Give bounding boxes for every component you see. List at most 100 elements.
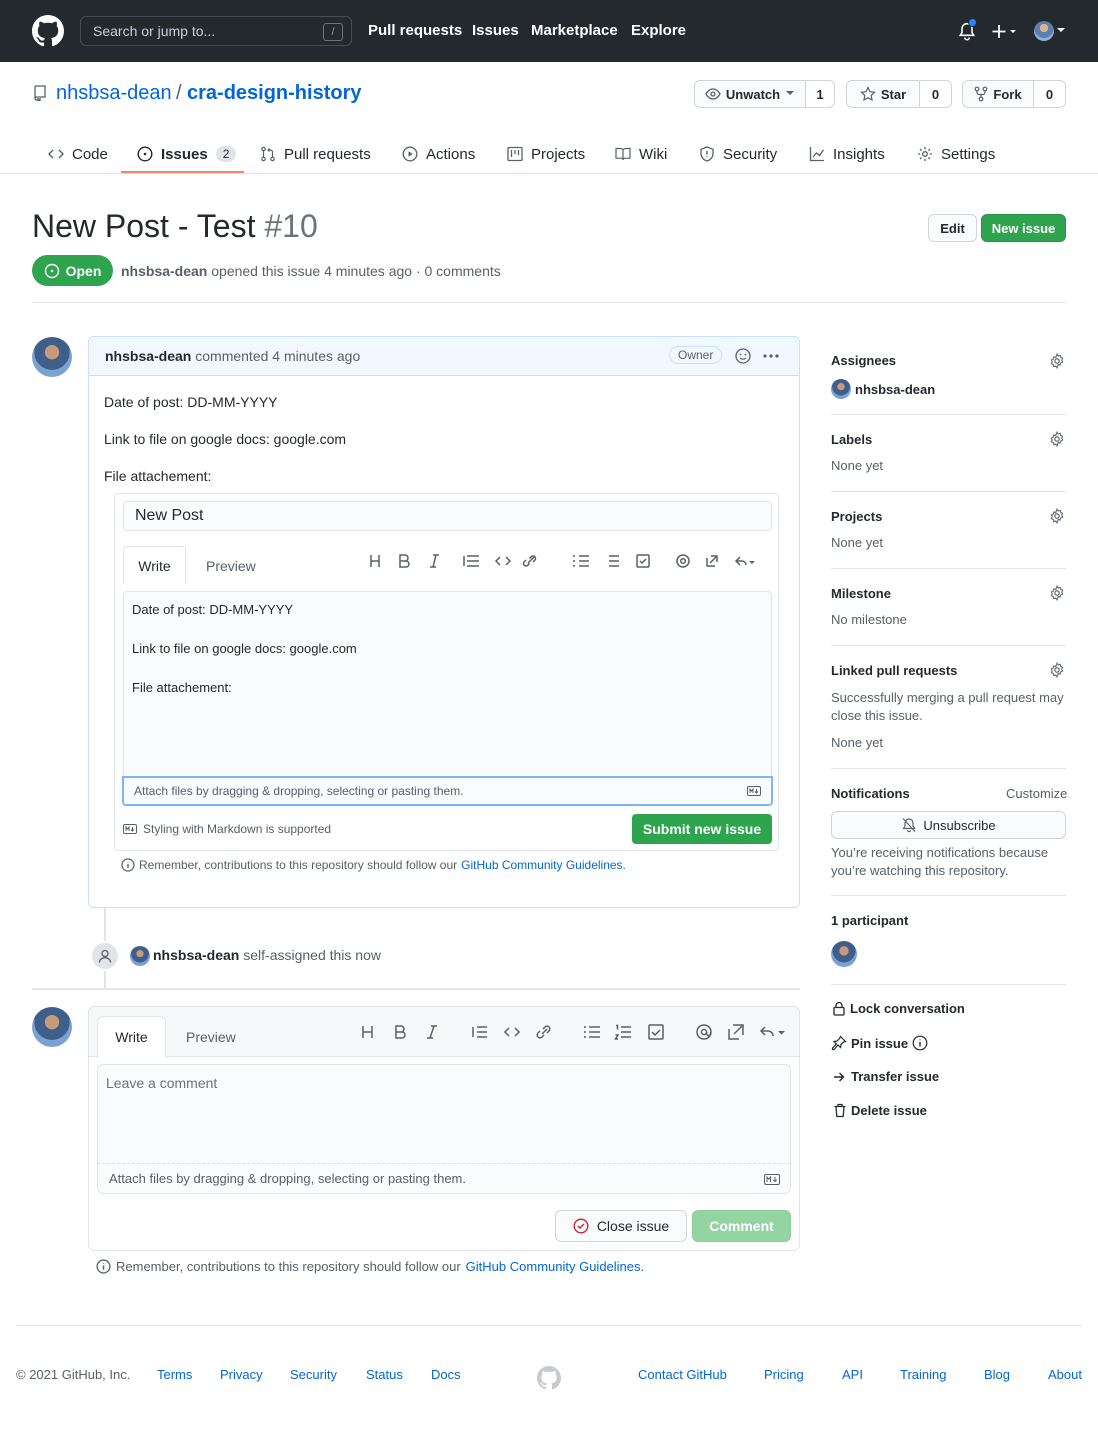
issue-meta: nhsbsa-dean opened this issue 4 minutes … <box>121 263 501 279</box>
comment-textarea[interactable]: Leave a comment <box>97 1064 791 1164</box>
unsubscribe-button[interactable]: Unsubscribe <box>831 811 1066 839</box>
repo-name-link[interactable]: cra-design-history <box>187 82 361 105</box>
footer-link-training[interactable]: Training <box>900 1367 946 1382</box>
nav-marketplace[interactable]: Marketplace <box>531 22 618 39</box>
sidebar-divider <box>831 568 1066 569</box>
gear-icon[interactable] <box>1049 585 1065 601</box>
user-avatar-dropdown[interactable] <box>1034 21 1065 41</box>
smiley-icon[interactable] <box>735 348 751 364</box>
italic-icon[interactable] <box>423 1023 441 1041</box>
github-mark-icon[interactable] <box>537 1366 561 1390</box>
cross-reference-icon[interactable] <box>727 1023 745 1041</box>
markdown-icon[interactable] <box>764 1174 780 1185</box>
fork-count[interactable]: 0 <box>1033 80 1066 108</box>
avatar[interactable] <box>130 946 150 966</box>
plus-dropdown-icon[interactable] <box>992 23 1020 41</box>
star-button[interactable]: Star <box>846 80 920 108</box>
gear-icon[interactable] <box>1049 353 1065 369</box>
bell-icon[interactable] <box>958 18 977 42</box>
assignee-item[interactable]: nhsbsa-dean <box>831 379 935 399</box>
tab-actions[interactable]: Actions <box>402 134 475 174</box>
participant-avatar[interactable] <box>831 941 857 967</box>
heading-icon[interactable] <box>359 1023 377 1041</box>
gear-icon[interactable] <box>1049 662 1065 678</box>
comment-body-line: File attachement: <box>104 468 212 484</box>
nav-issues[interactable]: Issues <box>472 22 519 39</box>
mention-icon[interactable] <box>695 1023 713 1041</box>
comment-timestamp[interactable]: commented 4 minutes ago <box>195 348 360 364</box>
watch-count[interactable]: 1 <box>805 80 835 108</box>
event-author-link[interactable]: nhsbsa-dean <box>153 947 239 963</box>
issue-author-link[interactable]: nhsbsa-dean <box>121 263 207 279</box>
footer-link-terms[interactable]: Terms <box>157 1367 192 1382</box>
sidebar-linked-prs-heading[interactable]: Linked pull requests <box>831 663 957 678</box>
comment-button[interactable]: Comment <box>692 1210 791 1242</box>
info-icon[interactable] <box>912 1035 928 1051</box>
footer-link-blog[interactable]: Blog <box>984 1367 1010 1382</box>
footer-link-security[interactable]: Security <box>290 1367 337 1382</box>
fork-button[interactable]: Fork <box>962 80 1034 108</box>
tab-code[interactable]: Code <box>48 134 108 174</box>
sidebar-milestone-heading[interactable]: Milestone <box>831 586 891 601</box>
unwatch-button[interactable]: Unwatch <box>694 80 806 108</box>
tab-insights[interactable]: Insights <box>809 134 885 174</box>
nav-explore[interactable]: Explore <box>631 22 686 39</box>
pin-icon <box>831 1035 847 1051</box>
info-icon <box>96 1259 111 1274</box>
tab-issues[interactable]: Issues 2 <box>137 134 237 174</box>
star-count[interactable]: 0 <box>919 80 952 108</box>
close-issue-label: Close issue <box>596 1218 670 1234</box>
ordered-list-icon[interactable] <box>614 1023 632 1041</box>
tab-projects[interactable]: Projects <box>507 134 585 174</box>
unordered-list-icon[interactable] <box>583 1023 601 1041</box>
tab-pull-requests[interactable]: Pull requests <box>260 134 371 174</box>
footer-link-contact[interactable]: Contact GitHub <box>638 1367 727 1382</box>
footer-link-status[interactable]: Status <box>366 1367 403 1382</box>
attach-files-bar[interactable]: Attach files by dragging & dropping, sel… <box>97 1164 791 1194</box>
repo-owner-link[interactable]: nhsbsa-dean <box>56 82 172 105</box>
markdown-icon <box>747 786 761 796</box>
pin-issue-link[interactable]: Pin issue <box>831 1035 928 1051</box>
footer-link-pricing[interactable]: Pricing <box>764 1367 804 1382</box>
kebab-menu-icon[interactable] <box>763 354 779 358</box>
issues-counter: 2 <box>215 146 237 162</box>
tab-preview[interactable]: Preview <box>186 1029 236 1045</box>
footer-link-api[interactable]: API <box>842 1367 863 1382</box>
sidebar-divider <box>831 645 1066 646</box>
github-logo-icon[interactable] <box>32 15 64 47</box>
sidebar-assignees-heading[interactable]: Assignees <box>831 353 896 368</box>
quote-icon[interactable] <box>471 1023 489 1041</box>
link-icon[interactable] <box>535 1023 553 1041</box>
sidebar-notifications-heading: Notifications <box>831 786 910 801</box>
tab-wiki[interactable]: Wiki <box>615 134 667 174</box>
new-issue-button[interactable]: New issue <box>981 214 1066 242</box>
avatar[interactable] <box>32 337 72 377</box>
issue-closed-icon <box>573 1218 589 1234</box>
edit-button[interactable]: Edit <box>928 214 977 242</box>
close-issue-button[interactable]: Close issue <box>555 1210 687 1242</box>
tab-security[interactable]: Security <box>699 134 777 174</box>
transfer-issue-link[interactable]: Transfer issue <box>833 1069 939 1084</box>
task-list-icon[interactable] <box>647 1023 665 1041</box>
avatar[interactable] <box>32 1007 72 1047</box>
footer-link-about[interactable]: About <box>1048 1367 1082 1382</box>
customize-link[interactable]: Customize <box>1006 786 1067 801</box>
bold-icon[interactable] <box>391 1023 409 1041</box>
search-input[interactable]: Search or jump to... / <box>80 16 352 46</box>
nav-pull-requests[interactable]: Pull requests <box>368 22 462 39</box>
lock-conversation-link[interactable]: Lock conversation <box>833 1001 965 1016</box>
code-icon[interactable] <box>503 1023 521 1041</box>
footer-link-privacy[interactable]: Privacy <box>220 1367 263 1382</box>
gear-icon[interactable] <box>1049 431 1065 447</box>
sidebar-projects-heading[interactable]: Projects <box>831 509 882 524</box>
sidebar-labels-heading[interactable]: Labels <box>831 432 872 447</box>
tab-write[interactable]: Write <box>97 1016 166 1058</box>
play-icon <box>402 146 418 162</box>
comment-author-link[interactable]: nhsbsa-dean <box>105 348 191 364</box>
tab-settings[interactable]: Settings <box>917 134 995 174</box>
guidelines-link[interactable]: GitHub Community Guidelines. <box>466 1259 644 1274</box>
gear-icon[interactable] <box>1049 508 1065 524</box>
saved-replies-icon[interactable] <box>759 1023 789 1041</box>
footer-link-docs[interactable]: Docs <box>431 1367 461 1382</box>
delete-issue-link[interactable]: Delete issue <box>834 1103 927 1118</box>
